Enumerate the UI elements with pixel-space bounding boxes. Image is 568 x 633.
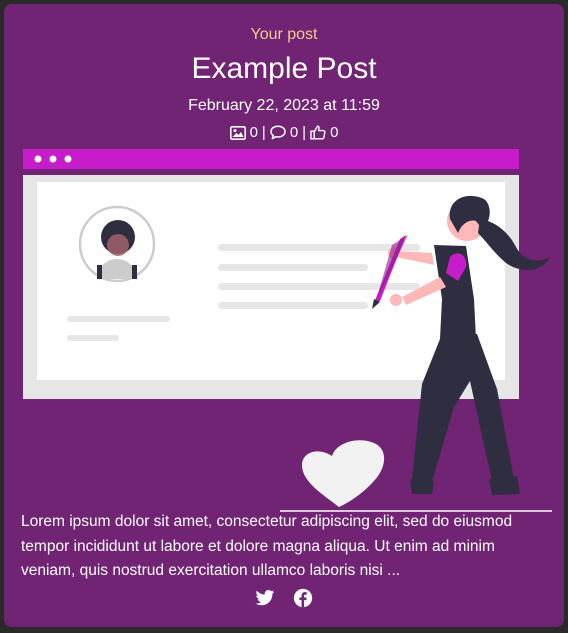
placeholder-line (218, 264, 368, 271)
images-stat: 0 (229, 124, 258, 141)
stats-separator: | (302, 124, 307, 141)
comments-stat: 0 (270, 124, 298, 141)
social-share (4, 588, 564, 608)
facebook-share-link[interactable] (293, 588, 313, 608)
window-dot (34, 155, 42, 163)
post-card: Your post Example Post February 22, 2023… (4, 4, 564, 627)
post-illustration (23, 149, 552, 512)
post-kicker: Your post (250, 26, 318, 43)
stats-separator: | (261, 124, 266, 141)
post-excerpt: Lorem ipsum dolor sit amet, consectetur … (21, 513, 513, 579)
likes-stat: 0 (310, 124, 338, 141)
post-stats: 0 | 0 | 0 (4, 124, 564, 141)
placeholder-line (67, 316, 170, 322)
twitter-share-link[interactable] (255, 588, 275, 608)
window-dot (49, 155, 57, 163)
likes-count: 0 (330, 124, 339, 141)
post-date: February 22, 2023 at 11:59 (188, 97, 380, 114)
placeholder-line (67, 335, 119, 341)
thumbs-up-icon (310, 125, 326, 140)
image-icon (229, 125, 246, 140)
comment-icon (270, 125, 286, 140)
heart-shape (301, 440, 385, 507)
comments-count: 0 (289, 124, 299, 141)
facebook-icon (293, 588, 313, 608)
images-count: 0 (249, 124, 258, 141)
post-title[interactable]: Example Post (4, 52, 564, 86)
placeholder-line (218, 283, 420, 290)
twitter-icon (255, 590, 275, 606)
browser-titlebar (23, 149, 519, 169)
placeholder-line (218, 302, 368, 309)
window-dot (64, 155, 72, 163)
